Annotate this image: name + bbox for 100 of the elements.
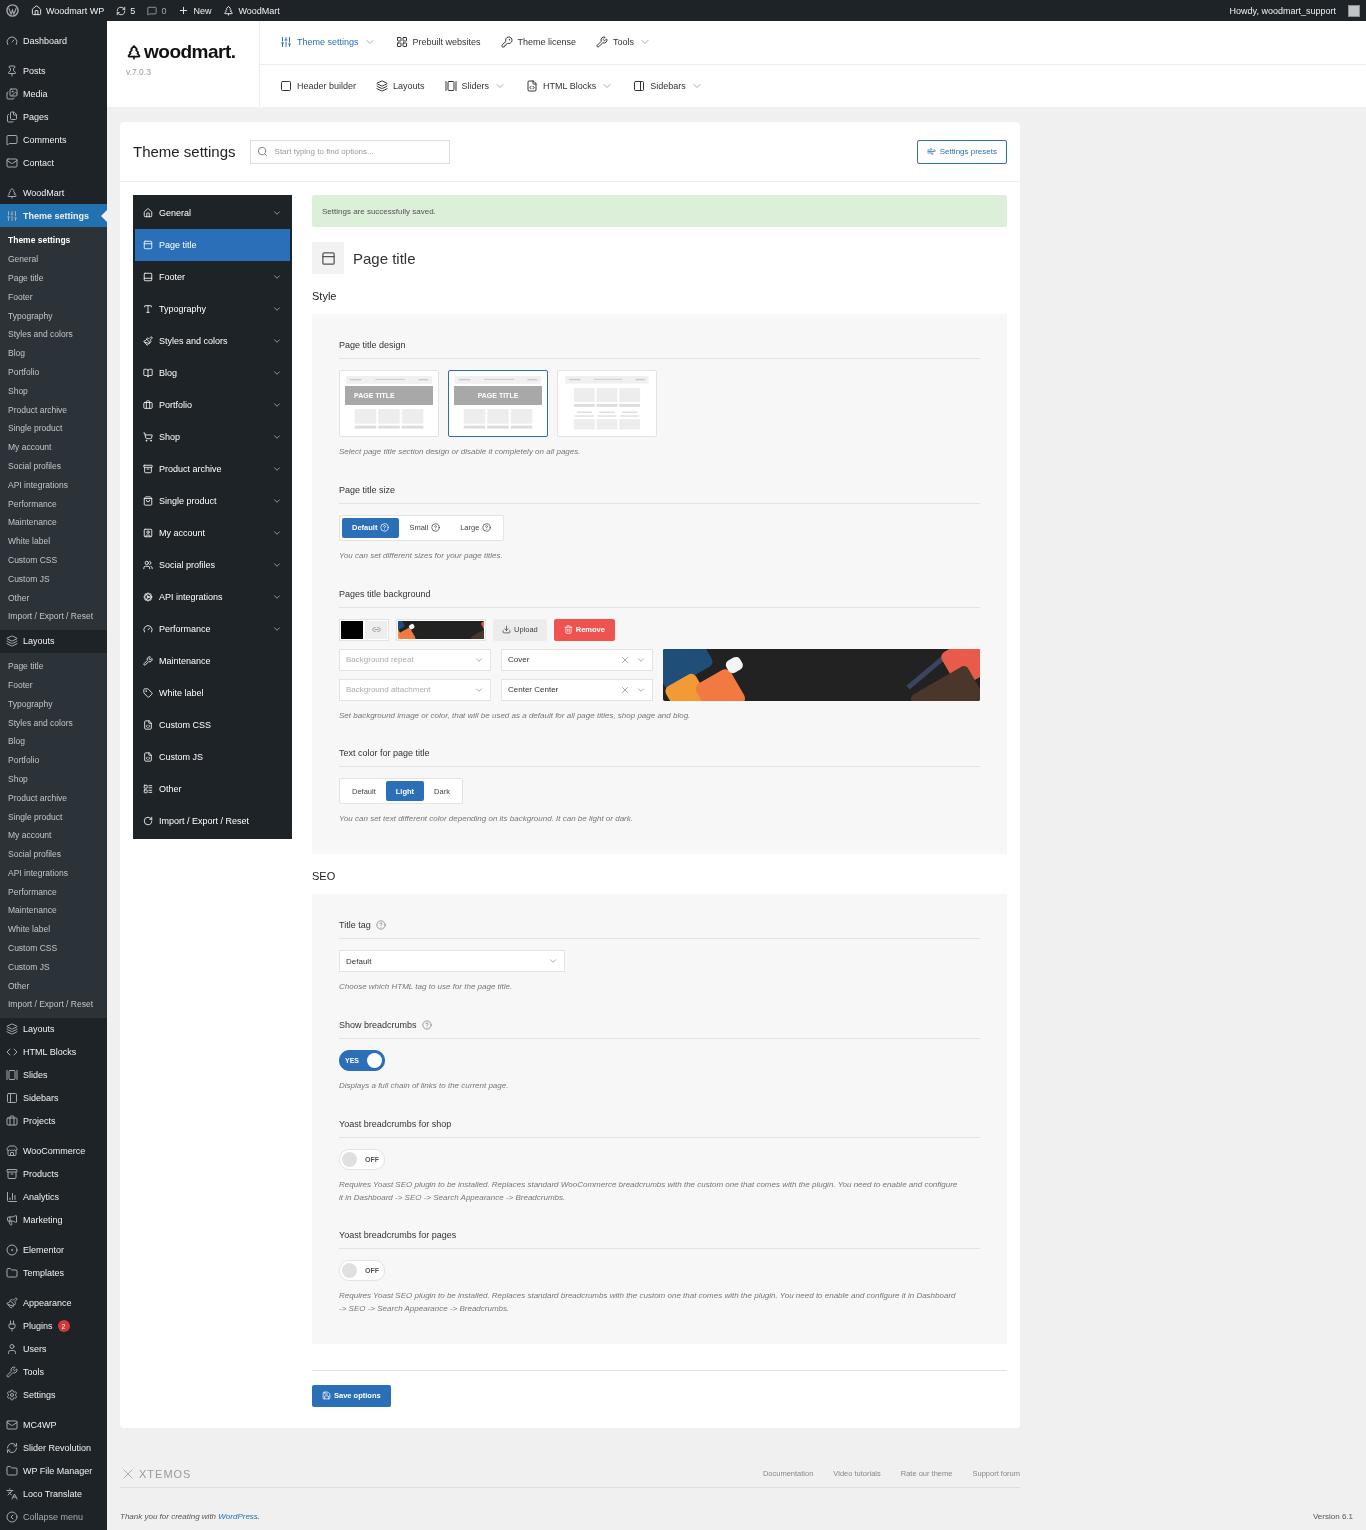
submenu-item[interactable]: API integrations (0, 475, 107, 495)
submenu-item[interactable]: Typography (0, 306, 107, 325)
nav-link[interactable]: HTML Blocks (526, 79, 614, 92)
submenu-item[interactable]: Import / Export / Reset (0, 606, 107, 626)
field-label: Page title size (339, 484, 396, 495)
submenu-item[interactable]: Custom JS (0, 569, 107, 589)
submenu-item[interactable]: Product archive (0, 400, 107, 419)
settings-nav-item[interactable]: Custom JS (135, 741, 290, 773)
search-field[interactable]: Start typing to find options... (249, 139, 450, 164)
refresh-icon (6, 1442, 18, 1455)
settings-nav-item[interactable]: Single product (135, 485, 290, 517)
card-title: Theme settings (133, 143, 236, 160)
submenu-item[interactable]: Social profiles (0, 844, 107, 864)
comments-link[interactable]: 0 (147, 5, 167, 16)
nav-link[interactable]: Header builder (280, 79, 357, 92)
settings-nav-item[interactable]: Import / Export / Reset (135, 805, 290, 837)
settings-nav-item[interactable]: Shop (135, 421, 290, 453)
submenu-item[interactable]: Maintenance (0, 901, 107, 920)
submenu-item[interactable]: Blog (0, 343, 107, 363)
submenu-item[interactable]: General (0, 249, 107, 269)
search-icon (256, 146, 268, 157)
submenu-item[interactable]: Styles and colors (0, 713, 107, 732)
submenu-item[interactable]: Single product (0, 418, 107, 438)
nav-link[interactable]: Sidebars (633, 79, 703, 92)
help-icon[interactable] (421, 1020, 432, 1030)
clear-icon[interactable] (620, 684, 630, 695)
settings-nav-item[interactable]: Blog (135, 357, 290, 389)
submenu-item[interactable]: Shop (0, 381, 107, 401)
submenu-item[interactable]: Import / Export / Reset (0, 995, 107, 1014)
settings-nav-item[interactable]: Portfolio (135, 389, 290, 421)
submenu-item[interactable]: Social profiles (0, 456, 107, 476)
submenu-item[interactable]: Footer (0, 675, 107, 695)
submenu-item[interactable]: API integrations (0, 863, 107, 883)
settings-nav-item[interactable]: General (135, 197, 290, 229)
search-input[interactable]: Start typing to find options... (272, 146, 443, 157)
submenu-item[interactable]: My account (0, 437, 107, 457)
site-link[interactable]: Woodmart WP (31, 5, 105, 16)
settings-nav-item[interactable]: Other (135, 773, 290, 805)
submenu-item[interactable]: Single product (0, 807, 107, 826)
settings-nav-item[interactable]: Product archive (135, 453, 290, 485)
select-field[interactable]: Cover (501, 648, 653, 671)
settings-nav-item[interactable]: Footer (135, 261, 290, 293)
color-picker[interactable] (339, 618, 389, 641)
nav-link[interactable]: Theme license (500, 36, 577, 49)
submenu-item[interactable]: Portfolio (0, 362, 107, 382)
settings-nav-item[interactable]: White label (135, 677, 290, 709)
gallery-icon (6, 1069, 18, 1082)
submenu-item[interactable]: Typography (0, 694, 107, 714)
select-field[interactable]: Center Center (501, 678, 653, 701)
nav-link[interactable]: Tools (596, 36, 652, 49)
submenu-item[interactable]: Page title (0, 656, 107, 676)
submenu-item[interactable]: Portfolio (0, 750, 107, 770)
settings-nav-item[interactable]: API integrations (135, 581, 290, 613)
submenu-item[interactable]: Product archive (0, 788, 107, 808)
submenu-item[interactable]: Performance (0, 494, 107, 513)
settings-nav-item[interactable]: Performance (135, 613, 290, 645)
submenu-item[interactable]: Other (0, 588, 107, 607)
presets-button[interactable]: Settings presets (916, 139, 1007, 164)
updates-link[interactable]: 5 (116, 5, 136, 16)
chevron-icon (272, 432, 282, 442)
settings-nav-item[interactable]: Maintenance (135, 645, 290, 677)
submenu-item[interactable]: Theme settings (0, 231, 107, 250)
submenu-item[interactable]: White label (0, 919, 107, 939)
color-swatch[interactable] (341, 620, 363, 639)
nav-link[interactable]: Prebuilt websites (395, 36, 481, 49)
submenu-item[interactable]: Custom CSS (0, 938, 107, 958)
clear-icon[interactable] (620, 654, 630, 665)
design-option[interactable] (557, 370, 657, 437)
submenu-item[interactable]: White label (0, 531, 107, 551)
submenu-item[interactable]: Shop (0, 769, 107, 789)
avatar[interactable] (1348, 4, 1360, 17)
nav-link[interactable]: Layouts (376, 79, 425, 92)
nav-link[interactable]: Theme settings (280, 36, 376, 49)
settings-nav-item[interactable]: Typography (135, 293, 290, 325)
settings-nav-item[interactable]: My account (135, 517, 290, 549)
brand-link[interactable]: WoodMart (223, 5, 280, 16)
settings-nav-item[interactable]: Custom CSS (135, 709, 290, 741)
submenu-item[interactable]: Page title (0, 268, 107, 288)
account-link[interactable]: Howdy, woodmart_support (1229, 5, 1336, 16)
settings-nav-item[interactable]: Styles and colors (135, 325, 290, 357)
submenu-item[interactable]: Maintenance (0, 512, 107, 532)
submenu-item[interactable]: Custom CSS (0, 550, 107, 570)
submenu-item[interactable]: Other (0, 976, 107, 996)
help-icon[interactable] (375, 920, 386, 931)
submenu-item[interactable]: Styles and colors (0, 325, 107, 344)
wrench-icon (143, 656, 153, 666)
submenu-item[interactable]: Blog (0, 731, 107, 751)
settings-nav-item[interactable]: Page title (135, 229, 290, 261)
submenu-item[interactable]: My account (0, 825, 107, 845)
submenu-item[interactable]: Performance (0, 882, 107, 902)
cart-icon (143, 432, 153, 442)
new-link[interactable]: New (178, 5, 212, 16)
field-label: Yoast breadcrumbs for shop (339, 1118, 452, 1129)
select-field[interactable]: Default (339, 950, 565, 973)
logo-icon[interactable] (6, 4, 19, 17)
admin-menu-item[interactable]: Theme settings (0, 204, 107, 227)
settings-nav-item[interactable]: Social profiles (135, 549, 290, 581)
submenu-item[interactable]: Custom JS (0, 957, 107, 977)
submenu-item[interactable]: Footer (0, 287, 107, 307)
nav-link[interactable]: Sliders (444, 79, 507, 92)
